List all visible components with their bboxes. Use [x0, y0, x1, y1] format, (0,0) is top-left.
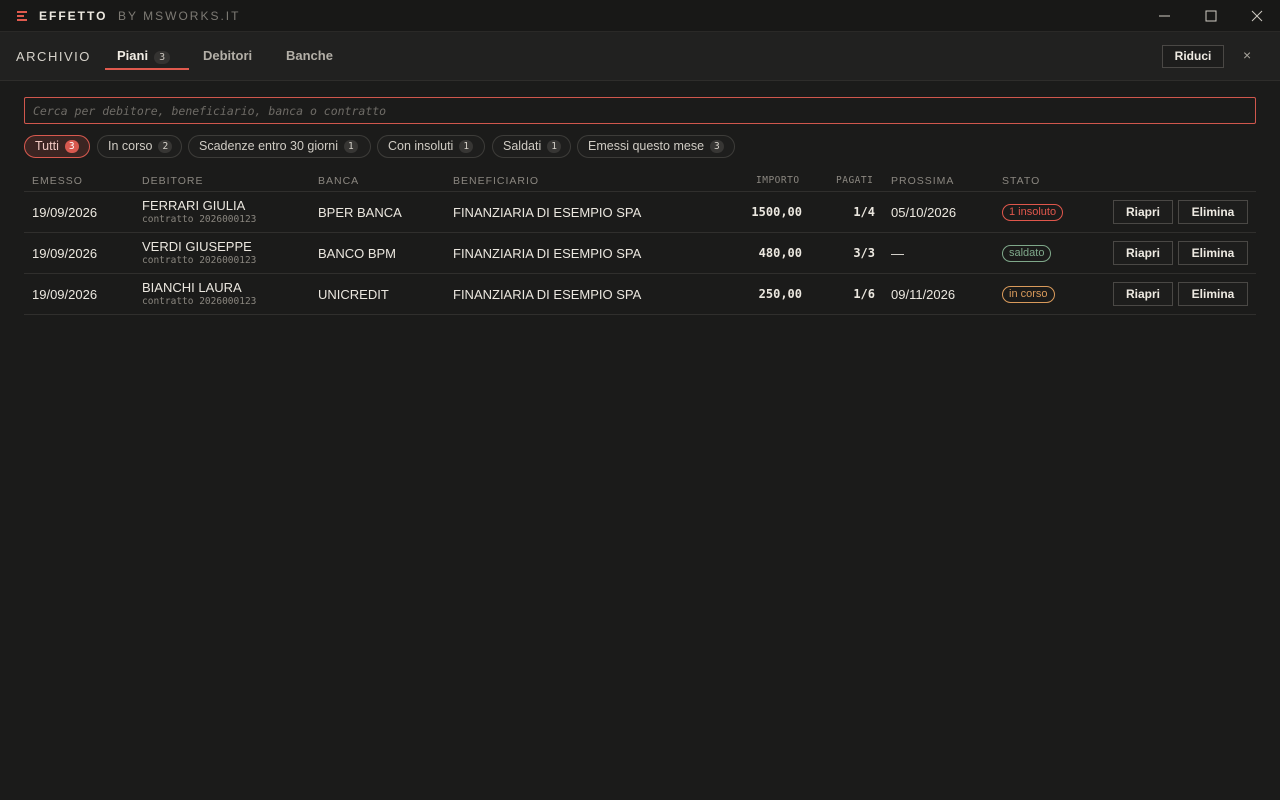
status-badge: in corso [1002, 286, 1055, 303]
column-header-pagati[interactable]: PAGATI [836, 175, 873, 186]
minimize-icon[interactable] [1154, 6, 1176, 26]
filter-in-corso[interactable]: In corso 2 [97, 135, 182, 158]
cell-emesso: 19/09/2026 [32, 287, 98, 302]
reopen-button[interactable]: Riapri [1113, 282, 1173, 306]
maximize-icon[interactable] [1200, 6, 1222, 26]
cell-banca: UNICREDIT [318, 287, 389, 302]
filter-count: 3 [64, 140, 79, 153]
filter-tutti[interactable]: Tutti 3 [24, 135, 90, 158]
filter-count: 2 [158, 140, 173, 153]
menu-icon[interactable] [17, 11, 27, 21]
status-badge: saldato [1002, 245, 1052, 262]
tab-debitori[interactable]: Debitori [203, 48, 252, 63]
table-row: 19/09/2026 FERRARI GIULIA contratto 2026… [0, 192, 1280, 233]
table-row: 19/09/2026 BIANCHI LAURA contratto 20260… [0, 274, 1280, 315]
cell-pagati: 3/3 [853, 246, 875, 260]
cell-prossima: 09/11/2026 [891, 287, 956, 302]
cell-emesso: 19/09/2026 [32, 246, 98, 261]
filter-count: 1 [343, 140, 358, 153]
cell-beneficiario: FINANZIARIA DI ESEMPIO SPA [453, 205, 642, 220]
filter-label: Emessi questo mese [588, 139, 705, 153]
cell-banca: BPER BANCA [318, 205, 402, 220]
cell-beneficiario: FINANZIARIA DI ESEMPIO SPA [453, 287, 642, 302]
filter-count: 3 [710, 140, 724, 153]
column-header-beneficiario[interactable]: BENEFICIARIO [453, 175, 539, 187]
column-header-prossima[interactable]: PROSSIMA [891, 175, 954, 187]
tab-count: 3 [154, 51, 171, 64]
column-header-stato[interactable]: STATO [1002, 175, 1040, 187]
cell-emesso: 19/09/2026 [32, 205, 98, 220]
cell-contratto: contratto 2026000123 [142, 296, 257, 307]
delete-button[interactable]: Elimina [1178, 282, 1248, 306]
filter-scadenze-30-giorni[interactable]: Scadenze entro 30 giorni 1 [188, 135, 371, 158]
cell-prossima: — [891, 246, 904, 261]
filter-emessi-questo-mese[interactable]: Emessi questo mese 3 [577, 135, 735, 158]
cell-prossima: 05/10/2026 [891, 205, 957, 220]
cell-debitore: BIANCHI LAURA [142, 280, 242, 295]
filter-saldati[interactable]: Saldati 1 [492, 135, 571, 158]
archive-header: ARCHIVIO Piani 3 Debitori Banche Riduci × [0, 32, 1280, 81]
cell-importo: 250,00 [758, 287, 802, 301]
filter-label: Saldati [503, 139, 542, 153]
filter-count: 1 [459, 140, 474, 153]
reopen-button[interactable]: Riapri [1113, 200, 1173, 224]
column-header-banca[interactable]: BANCA [318, 175, 359, 187]
column-header-debitore[interactable]: DEBITORE [142, 175, 203, 187]
search-input[interactable] [25, 98, 1255, 123]
cell-pagati: 1/6 [853, 287, 875, 301]
cell-pagati: 1/4 [853, 205, 875, 219]
cell-contratto: contratto 2026000123 [142, 214, 257, 225]
window-close-icon[interactable] [1246, 6, 1268, 26]
filter-label: Con insoluti [388, 139, 454, 153]
delete-button[interactable]: Elimina [1178, 200, 1248, 224]
divider [24, 314, 1256, 315]
cell-importo: 1500,00 [751, 205, 802, 219]
search-box [24, 97, 1256, 124]
title-bar: EFFETTO BY MSWORKS.IT [0, 0, 1280, 32]
collapse-button[interactable]: Riduci [1162, 45, 1224, 68]
tab-piani[interactable]: Piani 3 [117, 48, 171, 64]
status-badge: 1 insoluto [1002, 204, 1064, 221]
delete-button[interactable]: Elimina [1178, 241, 1248, 265]
column-header-emesso[interactable]: EMESSO [32, 175, 83, 187]
app-vendor: BY MSWORKS.IT [118, 9, 241, 23]
cell-banca: BANCO BPM [318, 246, 397, 261]
cell-debitore: FERRARI GIULIA [142, 198, 246, 213]
filter-label: In corso [108, 139, 153, 153]
table-row: 19/09/2026 VERDI GIUSEPPE contratto 2026… [0, 233, 1280, 274]
tab-label: Piani [117, 48, 149, 63]
active-tab-indicator [105, 68, 189, 70]
app-name: EFFETTO [39, 9, 108, 23]
filter-label: Tutti [35, 139, 59, 153]
column-header-importo[interactable]: IMPORTO [756, 175, 800, 186]
close-panel-button[interactable]: × [1243, 47, 1251, 63]
filter-count: 1 [547, 140, 561, 153]
section-title: ARCHIVIO [16, 49, 91, 64]
cell-debitore: VERDI GIUSEPPE [142, 239, 252, 254]
reopen-button[interactable]: Riapri [1113, 241, 1173, 265]
cell-contratto: contratto 2026000123 [142, 255, 257, 266]
filter-con-insoluti[interactable]: Con insoluti 1 [377, 135, 485, 158]
cell-beneficiario: FINANZIARIA DI ESEMPIO SPA [453, 246, 642, 261]
cell-importo: 480,00 [758, 246, 802, 260]
tab-banche[interactable]: Banche [286, 48, 333, 63]
filter-label: Scadenze entro 30 giorni [199, 139, 338, 153]
